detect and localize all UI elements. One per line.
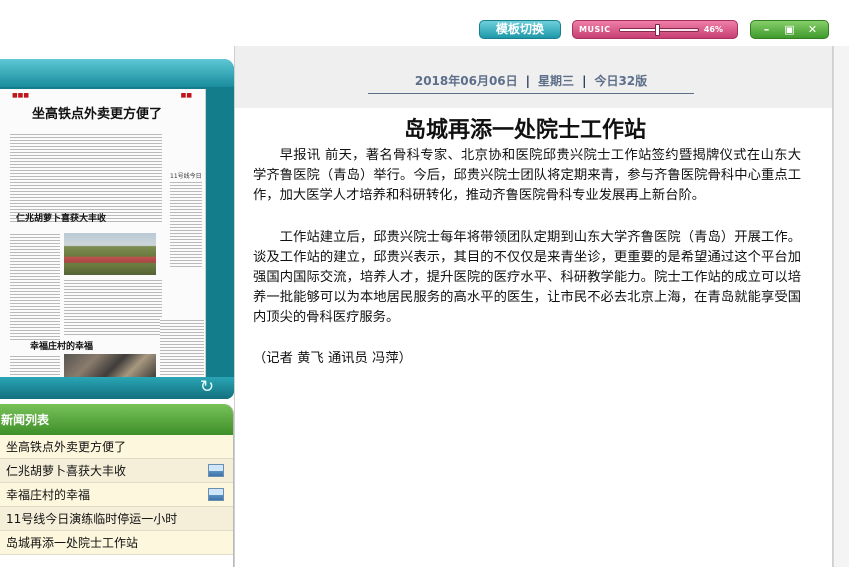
news-list-item-label: 仁兆胡萝卜喜获大丰收	[6, 464, 127, 478]
news-list-item[interactable]: 坐高铁点外卖更方便了	[0, 435, 233, 459]
separator: |	[525, 74, 531, 88]
issue-info: 2018年06月06日 | 星期三 | 今日32版	[368, 72, 694, 89]
date-band: 2018年06月06日 | 星期三 | 今日32版	[235, 46, 832, 108]
newspaper-logo: ■■■	[12, 92, 30, 99]
text-block	[10, 133, 162, 223]
music-volume-fill	[620, 29, 657, 31]
news-list-title: 新闻列表	[0, 404, 233, 435]
article-paragraph: 工作站建立后，邱贵兴院士每年将带领团队定期到山东大学齐鲁医院（青岛）开展工作。谈…	[253, 230, 801, 325]
issue-date: 2018年06月06日	[414, 74, 518, 88]
news-list-item[interactable]: 仁兆胡萝卜喜获大丰收	[0, 459, 233, 483]
thumbnail-headline: 坐高铁点外卖更方便了	[31, 107, 162, 122]
minimize-icon[interactable]: –	[758, 22, 776, 37]
image-icon[interactable]	[208, 464, 224, 477]
news-list-item-label: 岛城再添一处院士工作站	[6, 536, 139, 550]
newspaper-page-thumbnail[interactable]: ■■■ ■■ 坐高铁点外卖更方便了 11号线今日演练 仁兆胡萝卜喜获大丰收 幸福…	[0, 89, 206, 399]
scrollbar[interactable]	[833, 46, 849, 567]
news-list-item-label: 坐高铁点外卖更方便了	[6, 440, 127, 454]
newspaper-masthead: ■■■ ■■	[12, 92, 192, 102]
news-list-panel: 新闻列表 坐高铁点外卖更方便了 仁兆胡萝卜喜获大丰收 幸福庄村的幸福 11号线今日演练…	[0, 404, 234, 567]
divider	[368, 93, 694, 94]
news-list-item-label: 11号线今日演练临时停运一小时	[6, 512, 178, 526]
restore-icon[interactable]: ▣	[781, 22, 799, 37]
thumbnail-headline-2: 仁兆胡萝卜喜获大丰收	[16, 214, 107, 224]
window-controls: – ▣ ✕	[750, 20, 829, 39]
news-list-item[interactable]: 岛城再添一处院士工作站	[0, 531, 233, 555]
music-volume-slider[interactable]	[619, 24, 699, 36]
refresh-icon[interactable]: ↻	[196, 378, 218, 396]
article-paragraph: 早报讯 前天，著名骨科专家、北京协和医院邱贵兴院士工作站签约暨揭牌仪式在山东大学…	[253, 148, 801, 203]
image-icon[interactable]	[208, 488, 224, 501]
newspaper-logo-right: ■■	[180, 92, 192, 99]
tulip-field-photo	[64, 233, 156, 275]
thumbnail-header	[0, 59, 234, 87]
music-volume-value: 46%	[703, 25, 723, 34]
close-icon[interactable]: ✕	[804, 22, 822, 37]
issue-weekday: 星期三	[538, 74, 575, 88]
article-panel: 2018年06月06日 | 星期三 | 今日32版 岛城再添一处院士工作站 早报讯 前天…	[234, 46, 833, 567]
template-switch-button[interactable]: 模板切换	[479, 20, 561, 39]
thumbnail-headline-3: 幸福庄村的幸福	[30, 342, 94, 352]
news-list: 坐高铁点外卖更方便了 仁兆胡萝卜喜获大丰收 幸福庄村的幸福 11号线今日演练临时停运一…	[0, 435, 233, 555]
separator: |	[582, 74, 587, 88]
issue-edition[interactable]: 今日32版	[594, 74, 647, 88]
news-list-item-label: 幸福庄村的幸福	[6, 488, 91, 502]
article-title: 岛城再添一处院士工作站	[403, 117, 646, 143]
article-byline: （记者 黄飞 通讯员 冯萍）	[253, 351, 412, 366]
text-block	[170, 181, 202, 269]
text-block	[10, 233, 60, 341]
news-list-item[interactable]: 11号线今日演练临时停运一小时	[0, 507, 233, 531]
news-list-item[interactable]: 幸福庄村的幸福	[0, 483, 233, 507]
music-player: MUSIC 46%	[572, 20, 738, 39]
music-volume-handle[interactable]	[654, 24, 660, 36]
text-block	[64, 279, 162, 337]
music-label: MUSIC	[579, 25, 611, 34]
page-thumbnail-panel: ■■■ ■■ 坐高铁点外卖更方便了 11号线今日演练 仁兆胡萝卜喜获大丰收 幸福…	[0, 59, 234, 399]
